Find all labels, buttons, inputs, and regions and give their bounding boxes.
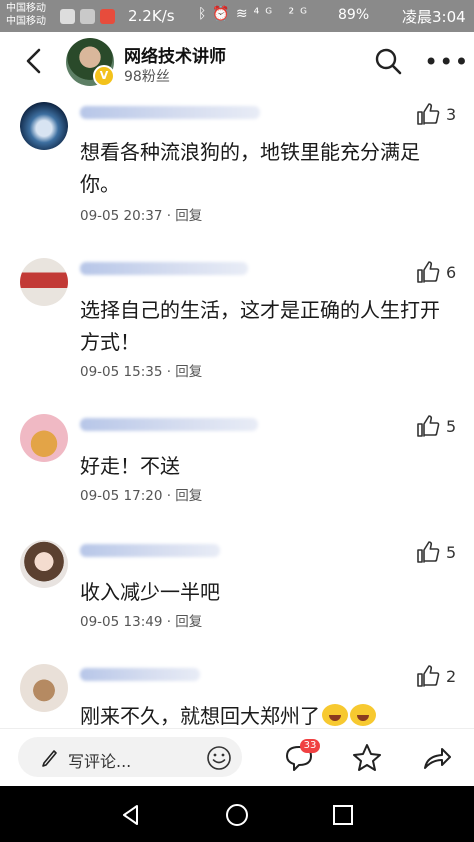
app-icon [60, 9, 75, 24]
like-count: 2 [446, 667, 457, 686]
carrier-labels: 中国移动 中国移动 [6, 2, 46, 28]
carrier-2: 中国移动 [6, 16, 46, 27]
nav-recent-icon[interactable] [330, 802, 356, 828]
back-button[interactable] [18, 44, 52, 78]
comment-meta[interactable]: 09-05 20:37 · 回复 [80, 204, 202, 224]
search-button[interactable] [373, 46, 403, 76]
like-count: 5 [446, 417, 457, 436]
thumbs-up-icon [417, 665, 440, 687]
more-button[interactable]: ••• [424, 48, 469, 76]
thumbs-up-icon [417, 103, 440, 125]
commenter-name-blurred[interactable] [80, 418, 258, 431]
clock: 凌晨3:04 [402, 8, 466, 26]
fan-count: 98粉丝 [124, 69, 170, 85]
laughing-emoji-icon [322, 704, 348, 726]
nav-home-icon[interactable] [224, 802, 250, 828]
signal-label: ⁴ᴳ ²ᴳ [253, 6, 313, 22]
emoji-icon[interactable] [206, 745, 232, 771]
commenter-avatar[interactable] [20, 258, 68, 306]
like-button[interactable]: 3 [416, 102, 474, 128]
comment-text: 想看各种流浪狗的，地铁里能充分满足你。 [80, 140, 420, 196]
commenter-name-blurred[interactable] [80, 668, 200, 681]
comment-meta[interactable]: 09-05 17:20 · 回复 [80, 484, 202, 504]
comment-placeholder: 写评论... [68, 752, 132, 771]
like-button[interactable]: 2 [416, 664, 474, 690]
more-icon: ••• [424, 48, 470, 76]
laughing-emoji-icon [350, 704, 376, 726]
thumbs-up-icon [417, 261, 440, 283]
comment-meta[interactable]: 09-05 15:35 · 回复 [80, 360, 202, 380]
comment-meta[interactable]: 09-05 13:49 · 回复 [80, 610, 202, 630]
comment-input[interactable]: 写评论... [18, 737, 242, 777]
like-count: 5 [446, 543, 457, 562]
pen-icon [42, 750, 57, 767]
app-icon [100, 9, 115, 24]
bottom-action-bar: 写评论... 33 [0, 728, 474, 787]
carrier-1: 中国移动 [6, 3, 46, 14]
nav-back-icon[interactable] [118, 802, 144, 828]
app-icon [80, 9, 95, 24]
network-speed: 2.2K/s [128, 7, 175, 25]
star-icon [353, 744, 381, 771]
commenter-name-blurred[interactable] [80, 262, 248, 275]
comment-text: 好走！不送 [80, 454, 180, 478]
bluetooth-icon: ᛒ [198, 6, 213, 22]
battery-level: 89% [338, 7, 370, 23]
commenter-avatar[interactable] [20, 102, 68, 150]
comment-count-badge: 33 [300, 739, 320, 753]
favorite-button[interactable] [350, 741, 384, 775]
comment-text: 选择自己的生活，这才是正确的人生打开方式！ [80, 298, 440, 354]
share-icon [424, 748, 451, 769]
back-icon [26, 48, 41, 74]
author-name[interactable]: 网络技术讲师 [124, 42, 226, 67]
thumbs-up-icon [417, 415, 440, 437]
commenter-name-blurred[interactable] [80, 106, 260, 119]
signal-icons: ᛒ⏰≋⁴ᴳ ²ᴳ [198, 6, 313, 22]
like-button[interactable]: 6 [416, 260, 474, 286]
commenter-avatar[interactable] [20, 664, 68, 712]
like-count: 6 [446, 263, 457, 282]
like-button[interactable]: 5 [416, 414, 474, 440]
commenter-avatar[interactable] [20, 414, 68, 462]
alarm-icon: ⏰ [212, 6, 236, 22]
comment-text: 收入减少一半吧 [80, 580, 220, 604]
like-count: 3 [446, 105, 457, 124]
commenter-name-blurred[interactable] [80, 544, 220, 557]
verified-badge-icon: V [93, 65, 115, 87]
like-button[interactable]: 5 [416, 540, 474, 566]
commenter-avatar[interactable] [20, 540, 68, 588]
system-nav-bar [0, 786, 474, 842]
share-button[interactable] [420, 741, 454, 775]
wifi-icon: ≋ [235, 6, 254, 22]
thumbs-up-icon [417, 541, 440, 563]
search-icon [375, 48, 402, 75]
status-bar: 中国移动 中国移动 2.2K/s ᛒ⏰≋⁴ᴳ ²ᴳ 89% 凌晨3:04 [0, 0, 474, 32]
article-header: V 网络技术讲师 98粉丝 ••• [0, 32, 474, 90]
comment-text: 刚来不久，就想回大郑州了 [80, 704, 320, 728]
